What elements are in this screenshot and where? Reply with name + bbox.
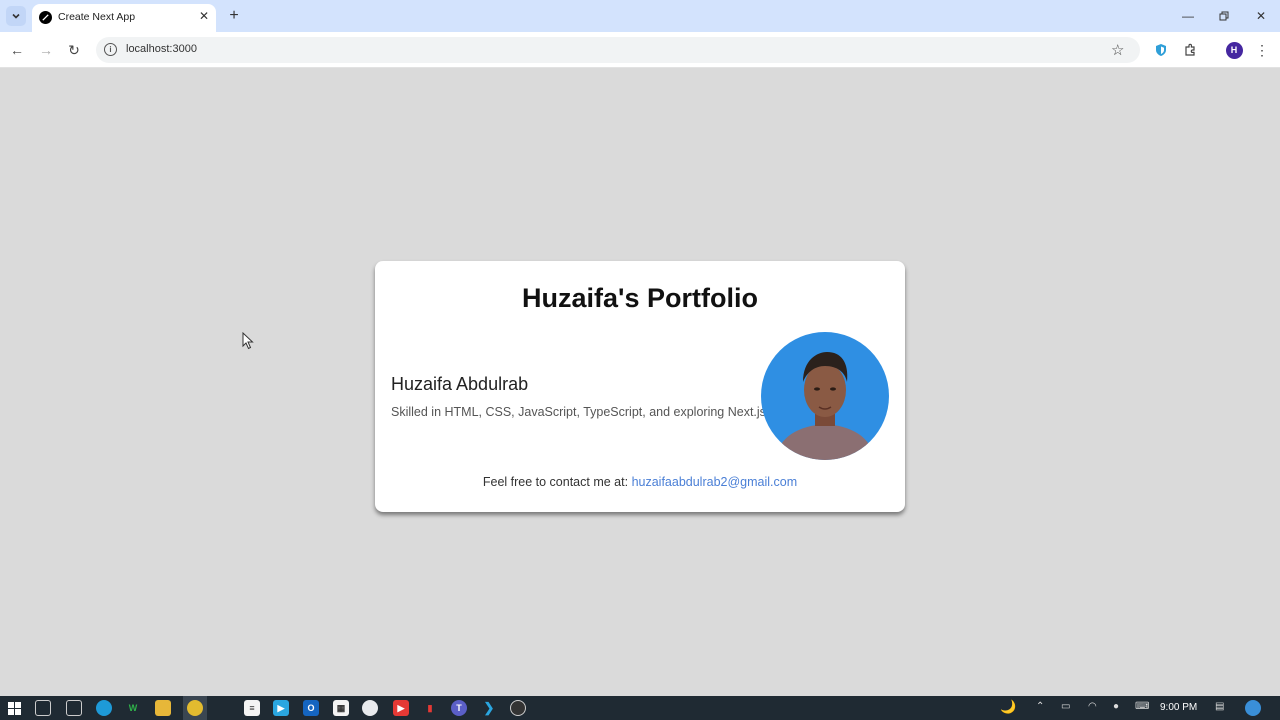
chrome-icon[interactable] xyxy=(187,700,203,716)
red-app-icon[interactable]: ▮ xyxy=(422,700,438,716)
browser-tab[interactable]: Create Next App ✕ xyxy=(32,4,216,32)
tray-chevron-up-icon[interactable]: ⌃ xyxy=(1036,701,1044,712)
restore-window-icon[interactable] xyxy=(1212,6,1236,26)
profile-initial: H xyxy=(1225,41,1243,59)
edge-browser-icon[interactable] xyxy=(96,700,112,716)
weather-moon-icon[interactable]: 🌙 xyxy=(1000,699,1016,715)
notepad-app-icon[interactable]: ≡ xyxy=(244,700,260,716)
new-tab-button[interactable]: + xyxy=(224,6,244,26)
extensions-puzzle-icon[interactable] xyxy=(1180,40,1200,60)
bookmark-star-icon[interactable]: ☆ xyxy=(1111,41,1124,59)
skills-description: Skilled in HTML, CSS, JavaScript, TypeSc… xyxy=(391,405,770,419)
reload-icon[interactable]: ↻ xyxy=(63,39,85,61)
taskbar-clock[interactable]: 9:00 PM xyxy=(1160,702,1197,713)
chevron-down-icon xyxy=(12,13,20,19)
wifi-icon[interactable]: ◠ xyxy=(1088,701,1097,712)
site-info-icon[interactable]: i xyxy=(104,43,117,56)
minimize-window-icon[interactable]: — xyxy=(1176,6,1200,26)
shield-extension-icon[interactable] xyxy=(1151,40,1171,60)
close-window-icon[interactable]: ✕ xyxy=(1249,6,1273,26)
youtube-icon[interactable]: ▶ xyxy=(393,700,409,716)
battery-icon[interactable]: ▭ xyxy=(1061,701,1070,712)
file-explorer-icon[interactable] xyxy=(155,700,171,716)
teams-icon[interactable]: T xyxy=(451,700,467,716)
browser-tab-bar: Create Next App ✕ + — ✕ xyxy=(0,0,1280,32)
forward-arrow-icon[interactable]: → xyxy=(35,39,57,61)
browser-toolbar: ← → ↻ i localhost:3000 ☆ H ⋮ xyxy=(0,32,1280,68)
profile-name: Huzaifa Abdulrab xyxy=(391,374,529,394)
vscode-icon[interactable]: ❯ xyxy=(481,700,497,716)
contact-email-link[interactable]: huzaifaabdulrab2@gmail.com xyxy=(632,475,798,489)
portfolio-card: Huzaifa's Portfolio Huzaifa Abdulrab Ski… xyxy=(375,261,905,512)
tab-title: Create Next App xyxy=(58,11,136,23)
play-store-icon[interactable]: ▶ xyxy=(273,700,289,716)
chrome-alt-icon[interactable] xyxy=(362,700,378,716)
microphone-icon[interactable]: ● xyxy=(1113,701,1119,712)
obs-icon[interactable] xyxy=(510,700,526,716)
windows-taskbar: W ≡ ▶ O ▦ ▶ ▮ T ❯ 🌙 ⌃ ▭ ◠ ● ⌨ 9:00 PM ▤ xyxy=(0,696,1280,720)
task-view-icon[interactable] xyxy=(35,700,51,716)
mouse-cursor-icon xyxy=(242,332,254,350)
more-menu-icon[interactable]: ⋮ xyxy=(1252,40,1272,60)
keyboard-icon[interactable]: ⌨ xyxy=(1135,701,1149,712)
back-arrow-icon[interactable]: ← xyxy=(6,39,28,61)
notifications-icon[interactable]: ▤ xyxy=(1215,701,1224,712)
contact-prefix: Feel free to contact me at: xyxy=(482,475,629,489)
wps-office-icon[interactable]: W xyxy=(125,700,141,716)
profile-photo xyxy=(761,332,889,460)
windows-start-icon[interactable] xyxy=(6,700,22,716)
profile-avatar[interactable]: H xyxy=(1224,40,1244,60)
address-bar[interactable]: i localhost:3000 ☆ xyxy=(96,37,1140,63)
nextjs-favicon-icon xyxy=(39,11,52,24)
outlook-icon[interactable]: O xyxy=(303,700,319,716)
tab-search-button[interactable] xyxy=(6,6,26,26)
page-title: Huzaifa's Portfolio xyxy=(522,283,758,313)
widgets-icon[interactable] xyxy=(66,700,82,716)
close-tab-icon[interactable]: ✕ xyxy=(196,8,212,24)
url-text: localhost:3000 xyxy=(126,43,197,55)
copilot-icon[interactable] xyxy=(1245,700,1261,716)
store-icon[interactable]: ▦ xyxy=(333,700,349,716)
contact-line: Feel free to contact me at: huzaifaabdul… xyxy=(375,475,905,489)
